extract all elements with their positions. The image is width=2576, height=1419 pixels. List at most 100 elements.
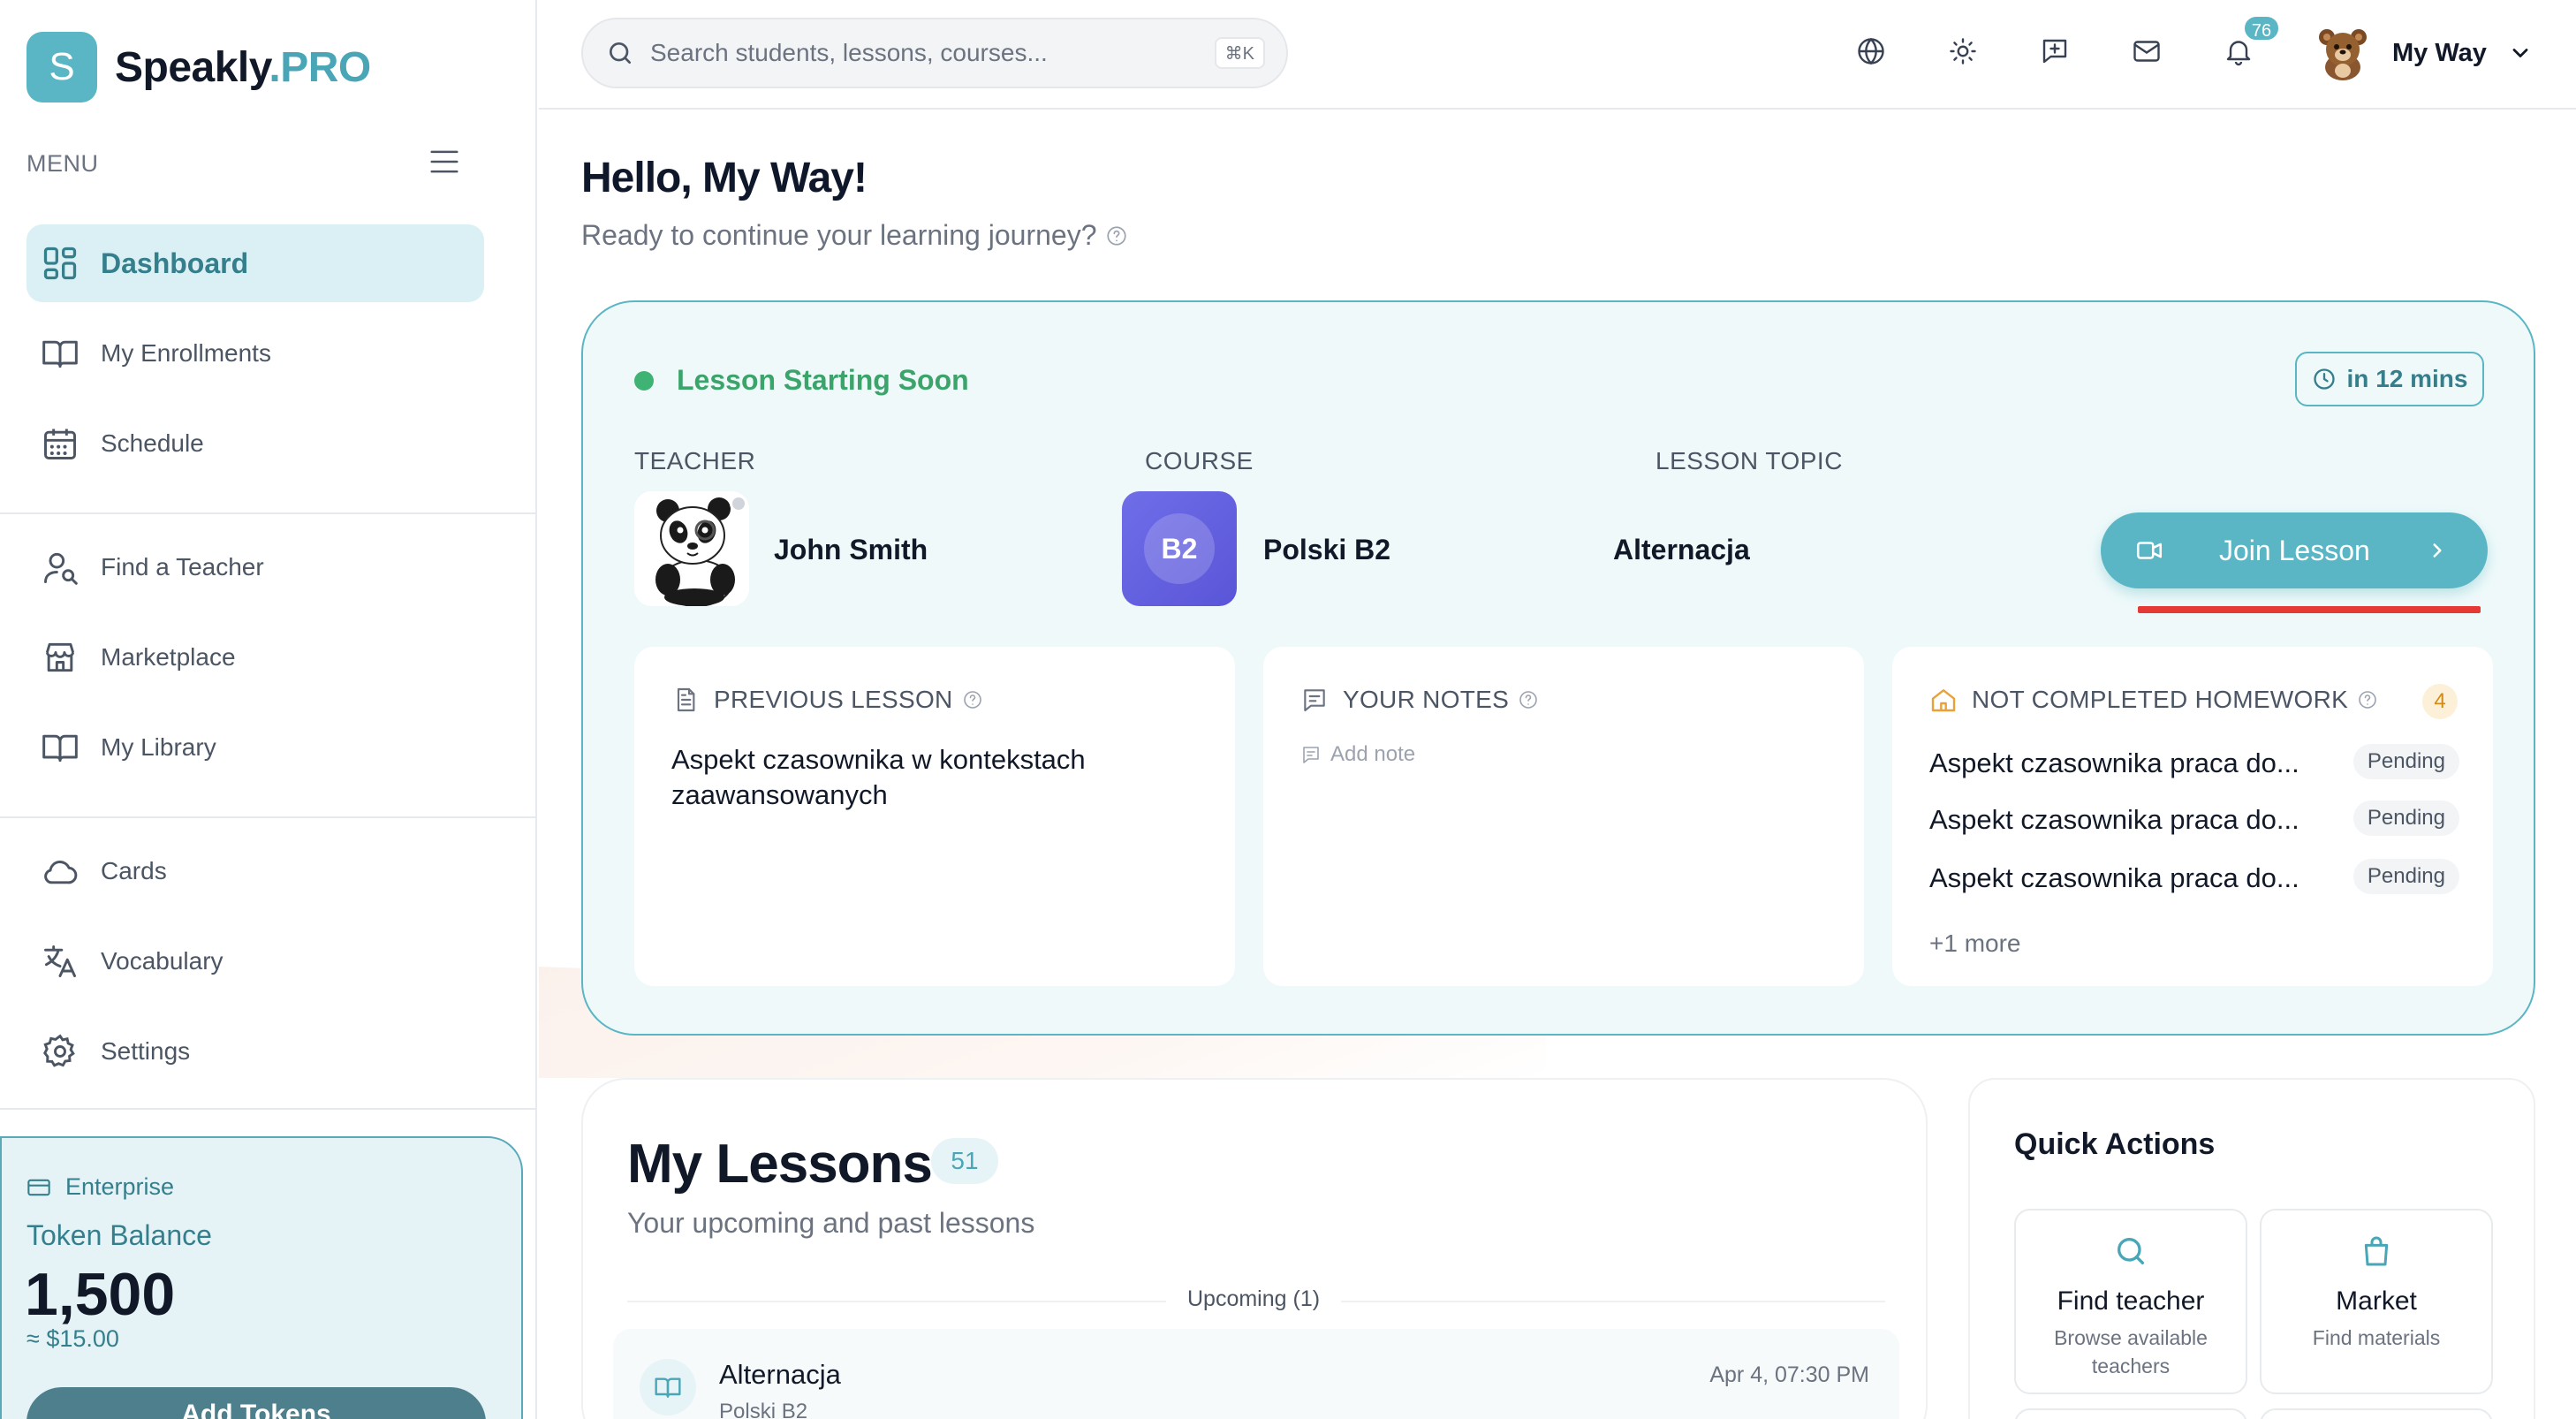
homework-item[interactable]: Aspekt czasownika praca do... Pending — [1929, 742, 2459, 786]
sidebar-item-label: My Library — [101, 733, 216, 761]
notes-panel: YOUR NOTES Add note — [1263, 647, 1864, 986]
quick-action-subtitle: Browse available teachers — [2054, 1326, 2208, 1377]
join-lesson-highlight — [2138, 606, 2481, 613]
token-balance-value: 1,500 — [25, 1261, 176, 1328]
my-lessons-card: My Lessons 51 Your upcoming and past les… — [581, 1078, 1928, 1419]
quick-action-subtitle: Find materials — [2312, 1326, 2441, 1349]
sidebar-item-dashboard[interactable]: Dashboard — [27, 224, 484, 302]
token-balance-label: Token Balance — [27, 1219, 212, 1251]
page-title: Hello, My Way! — [581, 155, 868, 201]
teacher-name[interactable]: John Smith — [774, 534, 928, 566]
sidebar-divider — [0, 1108, 535, 1110]
feedback-icon[interactable] — [2039, 35, 2071, 67]
help-icon[interactable] — [1518, 689, 1539, 710]
quick-action-tile-partial[interactable] — [2260, 1408, 2493, 1419]
search-input[interactable] — [650, 39, 1198, 67]
gear-icon — [41, 1032, 80, 1071]
notification-count-badge: 76 — [2242, 14, 2281, 42]
search-icon — [2113, 1233, 2148, 1269]
language-icon[interactable] — [1855, 35, 1887, 67]
topbar: ⌘K 76 My Way — [539, 0, 2576, 110]
quick-action-find-teacher[interactable]: Find teacher Browse available teachers — [2014, 1209, 2247, 1394]
homework-item[interactable]: Aspekt czasownika praca do... Pending — [1929, 857, 2459, 901]
brand-logo[interactable]: S Speakly.PRO — [27, 32, 371, 102]
book-open-icon — [654, 1373, 682, 1401]
quick-action-tile-partial[interactable] — [2014, 1408, 2247, 1419]
sidebar-item-schedule[interactable]: Schedule — [27, 405, 484, 482]
next-lesson-card: Lesson Starting Soon in 12 mins TEACHER … — [581, 300, 2535, 1036]
homework-title: Aspekt czasownika praca do... — [1929, 862, 2299, 893]
sidebar-item-cards[interactable]: Cards — [27, 832, 484, 910]
document-icon — [671, 686, 700, 714]
chevron-down-icon — [2508, 41, 2533, 65]
quick-action-title: Market — [2336, 1286, 2417, 1316]
book-open-icon — [41, 334, 80, 373]
menu-label: MENU — [27, 150, 99, 177]
previous-lesson-header: PREVIOUS LESSON — [671, 686, 983, 714]
join-lesson-button[interactable]: Join Lesson — [2101, 512, 2488, 588]
course-label: COURSE — [1145, 447, 1254, 474]
sidebar-item-label: Vocabulary — [101, 947, 224, 975]
sidebar-item-label: Cards — [101, 857, 167, 884]
page-subtitle: Ready to continue your learning journey? — [581, 219, 1128, 252]
calendar-icon — [41, 424, 80, 463]
notes-label: YOUR NOTES — [1343, 686, 1510, 713]
previous-lesson-label: PREVIOUS LESSON — [714, 686, 953, 713]
credit-card-icon — [27, 1175, 51, 1200]
teacher-label: TEACHER — [634, 447, 756, 474]
help-icon[interactable] — [962, 689, 983, 710]
homework-header: NOT COMPLETED HOMEWORK — [1929, 686, 2378, 714]
sidebar-item-my-enrollments[interactable]: My Enrollments — [27, 315, 484, 392]
sidebar-item-vocabulary[interactable]: Vocabulary — [27, 922, 484, 1000]
sidebar-item-find-a-teacher[interactable]: Find a Teacher — [27, 528, 484, 606]
search-bar[interactable]: ⌘K — [581, 18, 1288, 88]
course-name[interactable]: Polski B2 — [1263, 534, 1390, 566]
avatar — [2315, 25, 2371, 81]
mail-icon[interactable] — [2131, 35, 2163, 67]
notes-icon — [1300, 686, 1329, 714]
sidebar-item-label: Find a Teacher — [101, 553, 264, 580]
search-shortcut: ⌘K — [1214, 37, 1265, 69]
shopping-bag-icon — [2359, 1233, 2394, 1269]
menu-toggle-icon[interactable] — [428, 145, 461, 178]
lesson-topic-label: LESSON TOPIC — [1655, 447, 1843, 474]
previous-lesson-panel: PREVIOUS LESSON Aspekt czasownika w kont… — [634, 647, 1235, 986]
sidebar-divider — [0, 816, 535, 818]
sidebar-item-label: Schedule — [101, 429, 204, 457]
brand-name-suffix: .PRO — [269, 43, 371, 91]
homework-item[interactable]: Aspekt czasownika praca do... Pending — [1929, 799, 2459, 843]
lesson-row[interactable]: Alternacja Polski B2 Apr 4, 07:30 PM — [613, 1329, 1899, 1419]
homework-more-link[interactable]: +1 more — [1929, 930, 2021, 958]
course-badge: B2 — [1122, 491, 1237, 606]
teacher-online-status — [730, 495, 747, 512]
quick-actions-card: Quick Actions Find teacher Browse availa… — [1968, 1078, 2535, 1419]
sidebar-item-label: Dashboard — [101, 247, 249, 279]
user-menu[interactable]: My Way — [2315, 18, 2533, 88]
sidebar-item-my-library[interactable]: My Library — [27, 709, 484, 786]
sidebar: S Speakly.PRO MENU Dashboard My Enrollme… — [0, 0, 537, 1419]
quick-action-market[interactable]: Market Find materials — [2260, 1209, 2493, 1394]
home-icon — [1929, 686, 1958, 714]
homework-title: Aspekt czasownika praca do... — [1929, 747, 2299, 778]
upcoming-section-label: Upcoming (1) — [1166, 1286, 1342, 1312]
countdown-badge: in 12 mins — [2295, 352, 2484, 406]
lesson-icon-wrap — [640, 1359, 696, 1415]
sidebar-item-marketplace[interactable]: Marketplace — [27, 618, 484, 696]
homework-label: NOT COMPLETED HOMEWORK — [1972, 686, 2349, 713]
help-icon[interactable] — [1105, 224, 1128, 247]
sidebar-item-settings[interactable]: Settings — [27, 1013, 484, 1090]
add-note-button[interactable]: Add note — [1300, 742, 1415, 767]
my-lessons-subtitle: Your upcoming and past lessons — [627, 1207, 1035, 1239]
help-icon[interactable] — [2357, 689, 2378, 710]
status-badge: Pending — [2352, 744, 2459, 779]
sidebar-item-label: My Enrollments — [101, 339, 271, 367]
brand-mark: S — [27, 32, 97, 102]
countdown-text: in 12 mins — [2346, 365, 2468, 392]
lesson-topic: Alternacja — [1613, 534, 1750, 565]
sidebar-item-label: Marketplace — [101, 643, 236, 671]
add-tokens-button[interactable]: Add Tokens — [27, 1387, 486, 1419]
homework-title: Aspekt czasownika praca do... — [1929, 804, 2299, 835]
book-open-icon — [41, 728, 80, 767]
theme-toggle-icon[interactable] — [1947, 35, 1979, 67]
video-camera-icon — [2134, 535, 2164, 565]
